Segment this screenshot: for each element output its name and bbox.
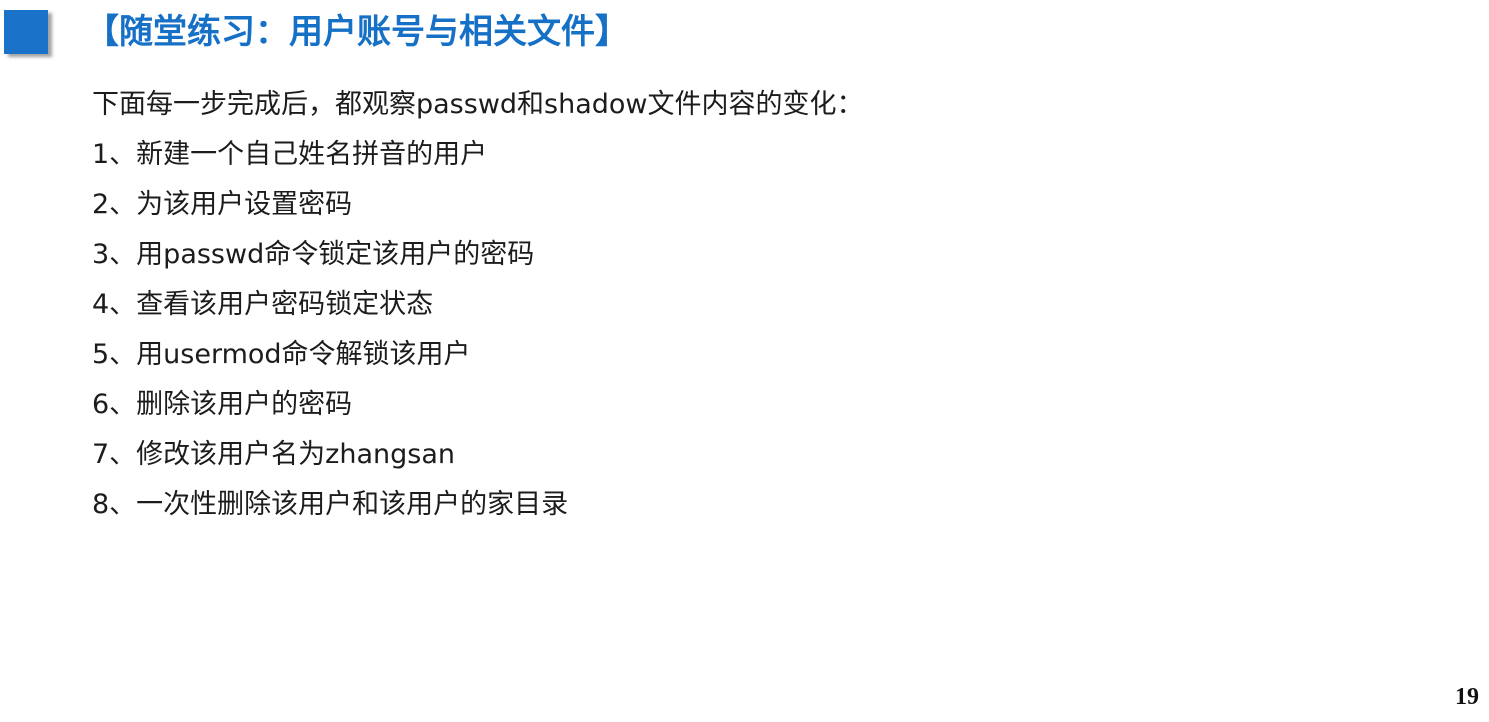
steps-list: 1、新建一个自己姓名拼音的用户 2、为该用户设置密码 3、用passwd命令锁定… (92, 130, 1292, 530)
step-item: 2、为该用户设置密码 (92, 189, 353, 220)
intro-text: 下面每一步完成后，都观察passwd和shadow文件内容的变化： (92, 89, 864, 120)
slide-content: 下面每一步完成后，都观察passwd和shadow文件内容的变化： 1、新建一个… (92, 80, 1292, 530)
step-item: 3、用passwd命令锁定该用户的密码 (92, 239, 535, 270)
slide-title: 【随堂练习：用户账号与相关文件】 (85, 12, 629, 52)
slide: 【随堂练习：用户账号与相关文件】 下面每一步完成后，都观察passwd和shad… (0, 0, 1489, 722)
step-item: 1、新建一个自己姓名拼音的用户 (92, 139, 488, 170)
page-number: 19 (1455, 684, 1479, 710)
step-item: 5、用usermod命令解锁该用户 (92, 339, 471, 370)
step-item: 6、删除该用户的密码 (92, 389, 353, 420)
title-marker (4, 10, 48, 54)
step-item: 8、一次性删除该用户和该用户的家目录 (92, 489, 569, 520)
step-item: 4、查看该用户密码锁定状态 (92, 289, 434, 320)
step-item: 7、修改该用户名为zhangsan (92, 439, 455, 470)
